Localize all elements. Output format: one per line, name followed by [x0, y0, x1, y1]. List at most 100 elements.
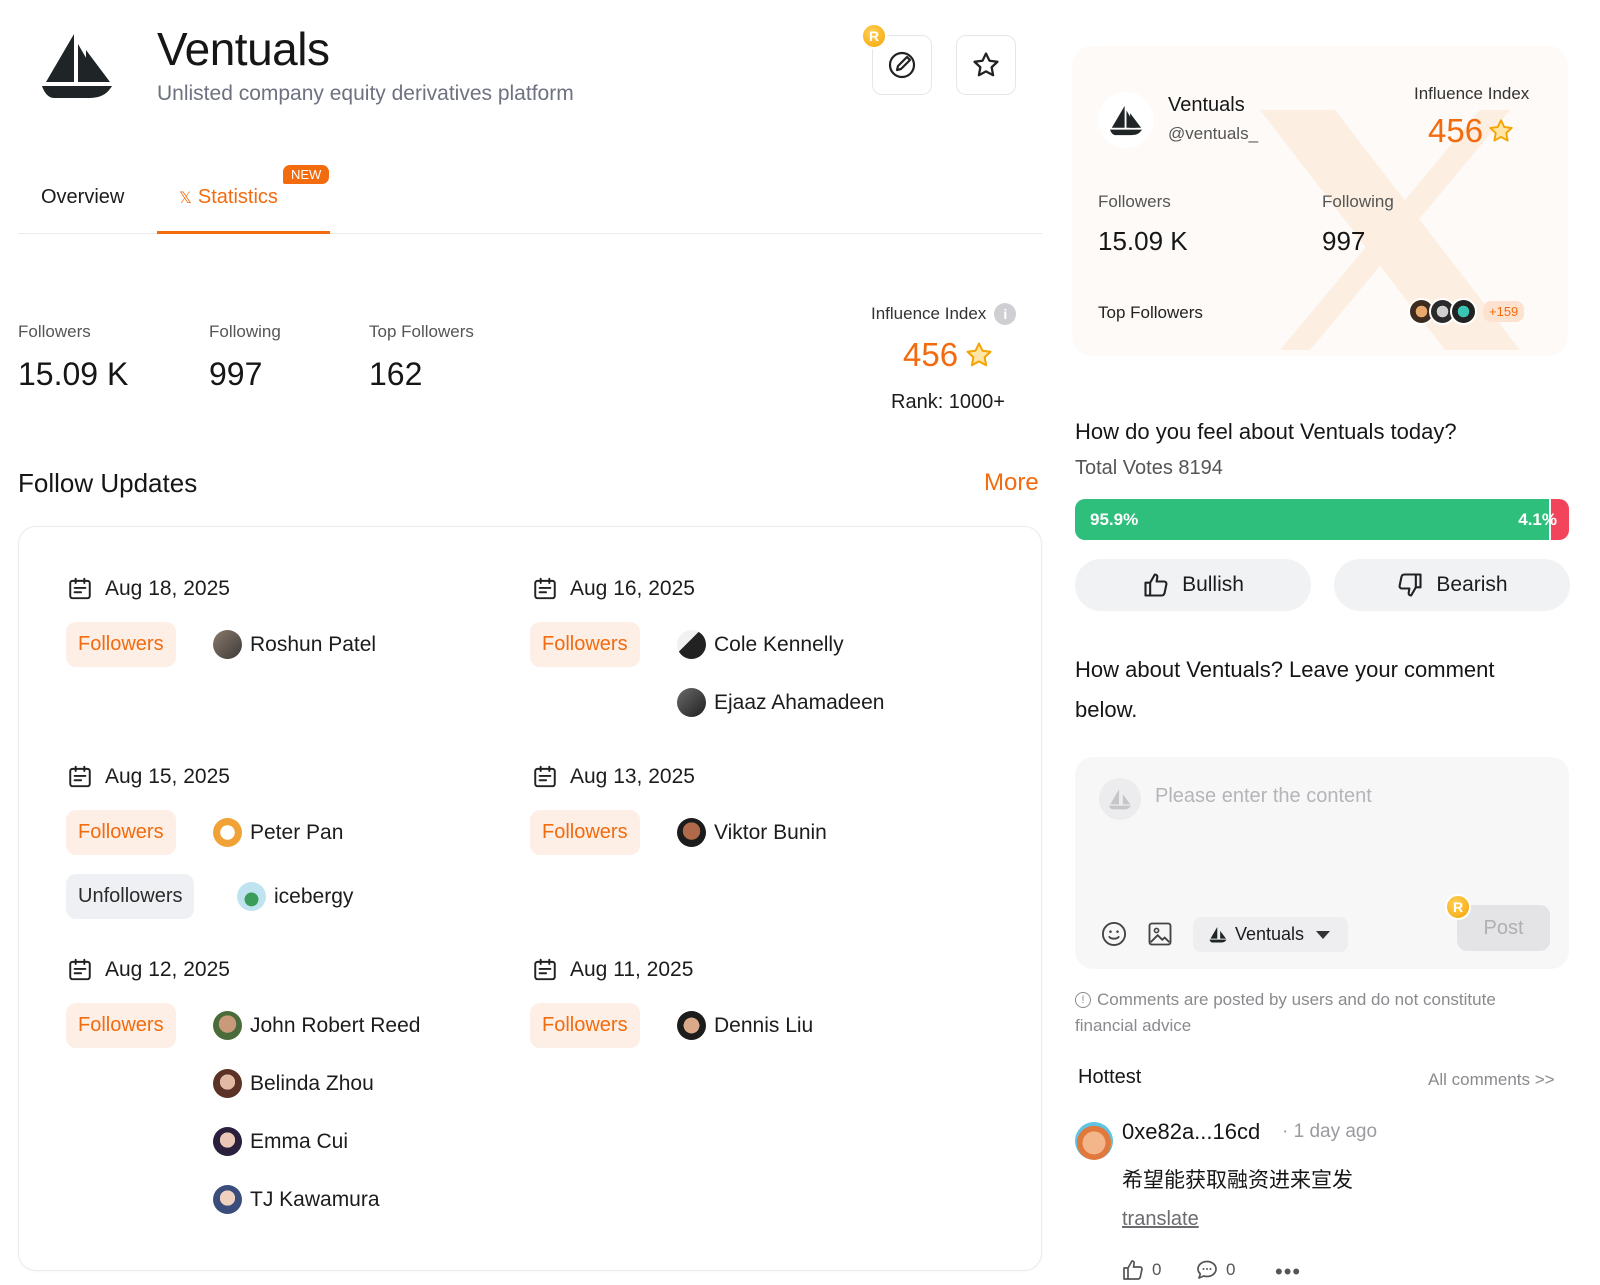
card-followers-label: Followers [1098, 192, 1171, 211]
project-selector-value: Ventuals [1235, 924, 1305, 944]
reply-count: 0 [1226, 1260, 1236, 1279]
thumbs-up-icon [1144, 573, 1168, 597]
follower-name: Ejaaz Ahamadeen [714, 690, 885, 714]
more-options-icon[interactable]: ••• [1275, 1259, 1301, 1285]
post-button[interactable]: Post [1457, 905, 1550, 951]
emoji-button[interactable] [1100, 920, 1128, 953]
card-following-value: 997 [1322, 226, 1366, 256]
avatar [213, 630, 242, 659]
card-followers-value: 15.09 K [1098, 226, 1188, 256]
followers-tag[interactable]: Followers [530, 810, 640, 855]
bullish-bar: 95.9% [1075, 499, 1549, 540]
star-badge-icon [966, 342, 992, 367]
calendar-icon [69, 577, 91, 600]
all-comments-link[interactable]: All comments >> [1428, 1070, 1555, 1090]
influence-label-text: Influence Index [871, 304, 987, 323]
translate-link[interactable]: translate [1122, 1208, 1199, 1231]
comment-time: · 1 day ago [1282, 1121, 1378, 1142]
follower-item[interactable]: Emma Cui [213, 1127, 348, 1156]
commenter-avatar[interactable] [1075, 1122, 1113, 1160]
card-influence-score: 456 [1428, 112, 1515, 150]
bullish-label: Bullish [1182, 573, 1244, 596]
follower-item[interactable]: Peter Pan [213, 818, 343, 847]
disclaimer-line2: financial advice [1075, 1016, 1192, 1035]
follower-name: Emma Cui [250, 1129, 349, 1153]
project-tagline: Unlisted company equity derivatives plat… [157, 82, 574, 105]
influence-index-value: 456 [903, 336, 959, 373]
unfollowers-tag[interactable]: Unfollowers [66, 874, 195, 919]
follower-item[interactable]: John Robert Reed [213, 1011, 420, 1040]
bearish-button[interactable]: Bearish [1334, 559, 1570, 611]
disclaimer-line1: ! Comments are posted by users and do no… [1075, 990, 1496, 1010]
avatar [677, 818, 706, 847]
follower-name: Viktor Bunin [714, 820, 827, 844]
tab-statistics[interactable]: 𝕏 Statistics [179, 186, 278, 209]
card-handle: @ventuals_ [1168, 124, 1259, 143]
unfollower-item[interactable]: icebergy [237, 882, 353, 911]
follower-item[interactable]: Viktor Bunin [677, 818, 827, 847]
favorite-button[interactable] [956, 35, 1016, 95]
disclaimer-text: Comments are posted by users and do not … [1097, 990, 1496, 1009]
thumbs-down-icon [1398, 573, 1422, 597]
followers-tag[interactable]: Followers [66, 810, 176, 855]
update-date-text: Aug 12, 2025 [105, 958, 230, 981]
project-logo [40, 30, 114, 100]
comment-input[interactable]: Please enter the content [1155, 785, 1372, 808]
follower-item[interactable]: Roshun Patel [213, 630, 376, 659]
follower-name: TJ Kawamura [250, 1187, 380, 1211]
influence-index-label: Influence Index i [871, 303, 1017, 325]
followers-tag[interactable]: Followers [530, 1003, 640, 1048]
update-date-text: Aug 18, 2025 [105, 577, 230, 600]
commenter-name[interactable]: 0xe82a...16cd [1122, 1119, 1260, 1145]
follower-name: Dennis Liu [714, 1013, 814, 1037]
follower-item[interactable]: Dennis Liu [677, 1011, 813, 1040]
comment-bubble-icon [1197, 1260, 1217, 1279]
bearish-bar: 4.1% [1518, 499, 1569, 540]
tab-overview[interactable]: Overview [41, 186, 124, 209]
followers-tag[interactable]: Followers [66, 622, 176, 667]
followers-tag[interactable]: Followers [530, 622, 640, 667]
top-followers-avatars[interactable]: +159 [1408, 298, 1525, 325]
followers-tag[interactable]: Followers [66, 1003, 176, 1048]
follower-name: John Robert Reed [250, 1013, 421, 1037]
followers-value: 15.09 K [18, 356, 129, 392]
x-icon: 𝕏 [179, 190, 192, 207]
image-upload-button[interactable] [1146, 920, 1174, 953]
update-date: Aug 11, 2025 [532, 957, 693, 983]
reply-button[interactable]: 0 [1194, 1258, 1235, 1282]
calendar-icon [534, 577, 556, 600]
smiley-icon [1101, 921, 1127, 947]
info-icon[interactable]: i [994, 303, 1017, 325]
info-circle-icon: ! [1075, 992, 1091, 1008]
reward-coin-icon: R [1445, 894, 1471, 920]
avatar [213, 1011, 242, 1040]
star-badge-icon [1489, 119, 1513, 142]
follower-item[interactable]: Belinda Zhou [213, 1069, 374, 1098]
bearish-label: Bearish [1436, 573, 1508, 596]
avatar [213, 1069, 242, 1098]
reward-coin-icon: R [861, 23, 887, 49]
project-logo-small [1110, 105, 1142, 136]
avatar [677, 1011, 706, 1040]
more-link[interactable]: More [984, 469, 1039, 497]
follower-item[interactable]: TJ Kawamura [213, 1185, 380, 1214]
card-top-followers-label: Top Followers [1098, 303, 1203, 322]
project-selector[interactable]: Ventuals [1193, 917, 1348, 952]
card-avatar [1098, 92, 1154, 148]
followers-label: Followers [18, 322, 91, 341]
like-button[interactable]: 0 [1120, 1258, 1161, 1282]
update-date-text: Aug 13, 2025 [570, 765, 695, 788]
avatar [237, 882, 266, 911]
unfollower-name: icebergy [274, 884, 354, 908]
follower-item[interactable]: Cole Kennelly [677, 630, 844, 659]
follower-item[interactable]: Ejaaz Ahamadeen [677, 688, 884, 717]
new-badge: NEW [283, 165, 330, 184]
tab-statistics-label: Statistics [197, 186, 278, 208]
like-count: 0 [1152, 1260, 1162, 1279]
comment-prompt-line1: How about Ventuals? Leave your comment [1075, 657, 1495, 682]
comment-prompt-line2: below. [1075, 697, 1138, 722]
thumbs-up-icon [1123, 1260, 1143, 1280]
avatar [677, 630, 706, 659]
bullish-button[interactable]: Bullish [1075, 559, 1311, 611]
update-date: Aug 12, 2025 [67, 957, 230, 983]
